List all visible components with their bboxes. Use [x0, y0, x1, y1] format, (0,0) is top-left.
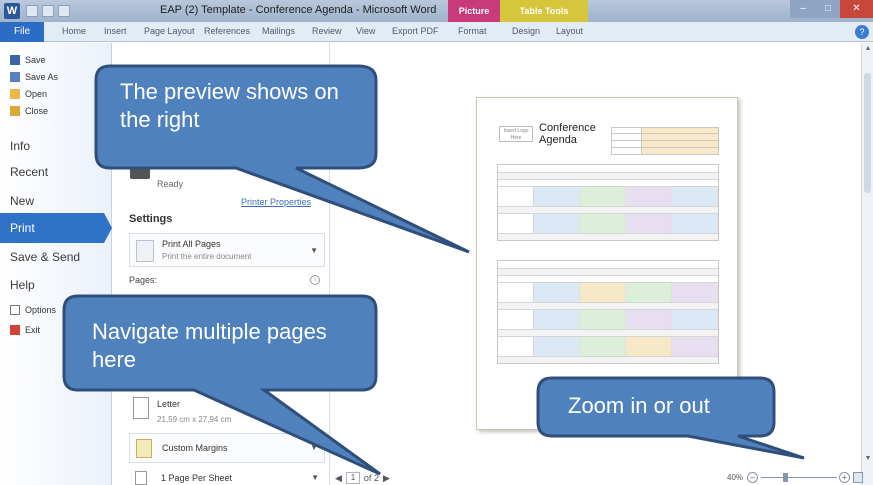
nav-print[interactable]: Print	[0, 213, 104, 243]
tab-design[interactable]: Design	[512, 26, 540, 36]
tab-insert[interactable]: Insert	[104, 26, 127, 36]
tab-file[interactable]: File	[0, 22, 44, 42]
nav-save[interactable]: Save	[10, 55, 46, 65]
zoom-percentage[interactable]: 40%	[727, 473, 743, 482]
zoom-to-page-icon[interactable]	[853, 472, 863, 483]
minimize-button[interactable]: –	[790, 0, 816, 18]
callout-zoom-shape	[536, 376, 805, 460]
nav-print-label: Print	[10, 221, 35, 235]
nav-open-label: Open	[25, 89, 48, 99]
nav-exit[interactable]: Exit	[10, 325, 40, 335]
nav-open[interactable]: Open	[10, 89, 47, 99]
help-icon[interactable]: ?	[855, 25, 869, 39]
context-tab-picture-tools: Picture Tools	[448, 0, 500, 38]
close-window-button[interactable]: ✕	[840, 0, 873, 18]
word-app-icon[interactable]: W	[4, 3, 20, 19]
options-icon	[10, 305, 20, 315]
zoom-slider[interactable]: – +	[747, 472, 863, 484]
nav-help[interactable]: Help	[10, 278, 35, 292]
ribbon-tabs: File Home Insert Page Layout References …	[0, 22, 873, 42]
save-as-icon	[10, 72, 20, 82]
zoom-handle[interactable]	[783, 473, 788, 482]
nav-options-label: Options	[25, 305, 57, 315]
tab-page-layout[interactable]: Page Layout	[144, 26, 195, 36]
tab-export-pdf[interactable]: Export PDF	[392, 26, 439, 36]
nav-close[interactable]: Close	[10, 106, 48, 116]
logo-placeholder: Insert Logo Here	[499, 126, 533, 142]
tab-mailings[interactable]: Mailings	[262, 26, 295, 36]
tab-references[interactable]: References	[204, 26, 250, 36]
callout-navigate-text: Navigate multiple pages here	[92, 319, 327, 372]
nav-new[interactable]: New	[10, 194, 34, 208]
callout-preview: The preview shows on the right	[94, 64, 471, 256]
zoom-in-icon[interactable]: +	[839, 472, 850, 483]
save-icon	[10, 55, 20, 65]
nav-recent[interactable]: Recent	[10, 165, 48, 179]
nav-exit-label: Exit	[25, 325, 41, 335]
context-tab-table-tools: Table Tools	[500, 0, 588, 22]
zoom-out-icon[interactable]: –	[747, 472, 758, 483]
tab-view[interactable]: View	[356, 26, 375, 36]
vertical-scrollbar[interactable]: ▲ ▼	[861, 43, 873, 485]
quick-redo-icon[interactable]	[58, 5, 70, 17]
info-icon[interactable]: i	[310, 275, 320, 285]
callout-zoom-text: Zoom in or out	[568, 393, 710, 418]
preview-doc-title: Conference Agenda	[539, 122, 596, 146]
quick-save-icon[interactable]	[26, 5, 38, 17]
callout-preview-text: The preview shows on the right	[120, 79, 339, 132]
nav-save-send[interactable]: Save & Send	[10, 250, 80, 264]
preview-header-table	[611, 121, 719, 155]
tab-layout[interactable]: Layout	[556, 26, 583, 36]
scroll-up-icon[interactable]: ▲	[863, 45, 873, 55]
preview-day-two-table	[497, 260, 719, 364]
nav-info[interactable]: Info	[10, 139, 30, 153]
nav-save-label: Save	[25, 55, 46, 65]
nav-close-label: Close	[25, 106, 49, 116]
nav-save-as-label: Save As	[25, 72, 59, 82]
open-folder-icon	[10, 89, 20, 99]
preview-day-one-table	[497, 164, 719, 241]
zoom-track[interactable]	[761, 477, 837, 478]
nav-save-as[interactable]: Save As	[10, 72, 58, 82]
tab-home[interactable]: Home	[62, 26, 86, 36]
scroll-down-icon[interactable]: ▼	[863, 455, 873, 465]
window-title: EAP (2) Template - Conference Agenda - M…	[160, 4, 437, 16]
title-bar: W EAP (2) Template - Conference Agenda -…	[0, 0, 873, 38]
nav-options[interactable]: Options	[10, 305, 56, 315]
exit-icon	[10, 325, 20, 335]
callout-navigate: Navigate multiple pages here	[62, 294, 384, 478]
scroll-thumb[interactable]	[864, 73, 871, 193]
quick-undo-icon[interactable]	[42, 5, 54, 17]
status-bar: ◀ 1 of 2 ▶ 40% – +	[331, 470, 863, 485]
callout-zoom: Zoom in or out	[536, 376, 808, 462]
pages-label: Pages:	[129, 275, 158, 285]
maximize-button[interactable]: □	[816, 0, 840, 18]
tab-format[interactable]: Format	[458, 26, 487, 36]
close-folder-icon	[10, 106, 20, 116]
tab-review[interactable]: Review	[312, 26, 342, 36]
